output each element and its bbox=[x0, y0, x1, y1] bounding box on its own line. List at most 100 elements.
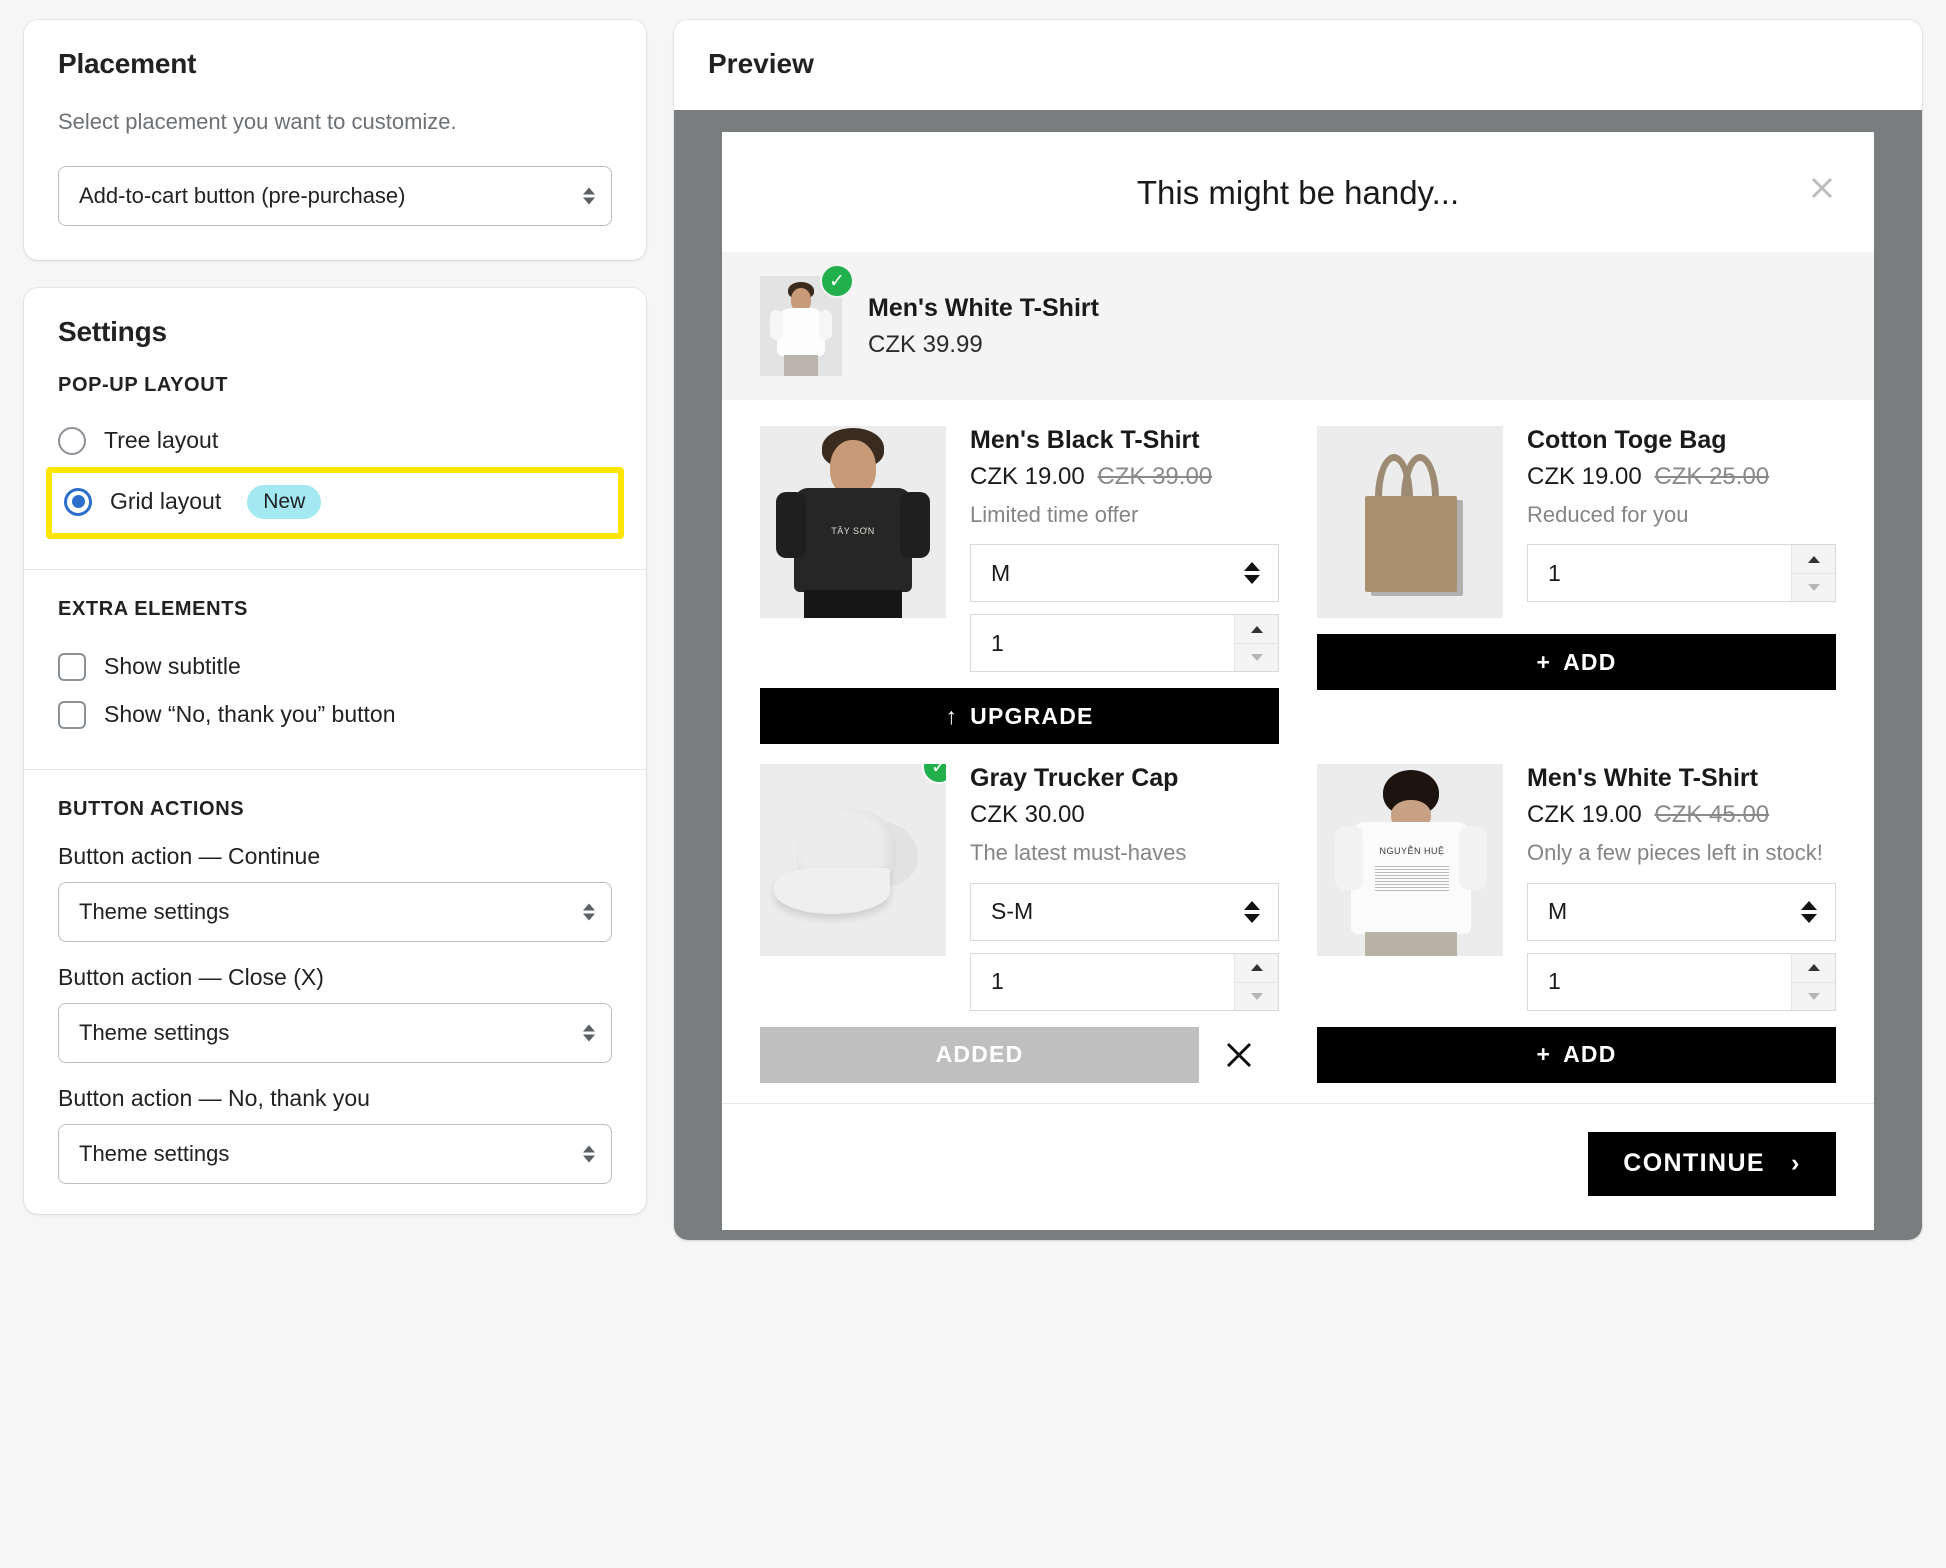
product-name: Men's White T-Shirt bbox=[1527, 764, 1758, 793]
cart-item-name: Men's White T-Shirt bbox=[868, 293, 1099, 322]
plus-icon: + bbox=[1536, 1041, 1552, 1067]
product-compare-price: CZK 39.00 bbox=[1097, 462, 1213, 490]
radio-option-grid-layout[interactable]: Grid layout New bbox=[64, 477, 606, 527]
checkbox-icon-show-no-thank-you[interactable] bbox=[58, 700, 86, 729]
product-price: CZK 19.00 bbox=[1527, 462, 1642, 490]
select-action-close[interactable]: Theme settings bbox=[58, 1002, 612, 1063]
product-image[interactable]: ✓ bbox=[760, 764, 946, 957]
radio-icon-tree-layout[interactable] bbox=[58, 426, 86, 455]
quantity-decrement-button[interactable] bbox=[1235, 643, 1278, 672]
product-variant-value: M bbox=[1548, 898, 1568, 924]
placement-select-value: Add-to-cart button (pre-purchase) bbox=[79, 182, 406, 208]
product-price: CZK 19.00 bbox=[1527, 801, 1642, 828]
checkbox-label-show-no-thank-you: Show “No, thank you” button bbox=[104, 701, 396, 728]
added-check-icon: ✓ bbox=[820, 264, 854, 298]
settings-title: Settings bbox=[58, 315, 167, 347]
product-card: ✓ Gray Trucker Cap CZK 30.00 The latest … bbox=[760, 764, 1279, 1102]
placement-select[interactable]: Add-to-cart button (pre-purchase) bbox=[58, 165, 612, 226]
select-value-action-continue: Theme settings bbox=[79, 898, 230, 924]
button-actions-section: BUTTON ACTIONS Button action — Continue … bbox=[24, 768, 646, 1214]
product-image[interactable]: TÂY SƠN bbox=[760, 426, 946, 618]
chevron-right-icon: › bbox=[1791, 1149, 1801, 1177]
chevron-updown-icon bbox=[583, 1145, 595, 1163]
popup-layout-label: POP-UP LAYOUT bbox=[58, 373, 229, 396]
product-price: CZK 30.00 bbox=[970, 801, 1085, 828]
product-note: Reduced for you bbox=[1527, 501, 1689, 527]
product-note: Only a few pieces left in stock! bbox=[1527, 840, 1823, 865]
product-remove-button[interactable] bbox=[1199, 1027, 1279, 1083]
select-action-no-thank-you[interactable]: Theme settings bbox=[58, 1123, 612, 1184]
product-image[interactable]: NGUYỄN HUỆ bbox=[1317, 764, 1503, 957]
product-quantity-stepper[interactable]: 1 bbox=[970, 614, 1279, 673]
product-image[interactable] bbox=[1317, 426, 1503, 618]
continue-button[interactable]: CONTINUE › bbox=[1588, 1131, 1836, 1196]
checkbox-option-show-subtitle[interactable]: Show subtitle bbox=[58, 643, 612, 691]
quantity-increment-button[interactable] bbox=[1235, 615, 1278, 644]
continue-label: CONTINUE bbox=[1623, 1149, 1766, 1177]
product-card: NGUYỄN HUỆ Men's White T-Shirt CZK 19.00 bbox=[1317, 764, 1836, 1102]
quantity-decrement-button[interactable] bbox=[1792, 573, 1835, 602]
product-upgrade-label: UPGRADE bbox=[970, 702, 1094, 729]
product-compare-price: CZK 25.00 bbox=[1654, 462, 1770, 490]
label-action-no-thank-you: Button action — No, thank you bbox=[58, 1084, 370, 1111]
quantity-spinner bbox=[1791, 953, 1835, 1010]
upsell-modal: This might be handy... ✓ Men's White T-S… bbox=[722, 132, 1874, 1230]
product-quantity-stepper[interactable]: 1 bbox=[1527, 952, 1836, 1011]
product-added-label: ADDED bbox=[935, 1041, 1024, 1067]
placement-card: Placement Select placement you want to c… bbox=[24, 20, 646, 260]
highlight-outline: Grid layout New bbox=[46, 466, 624, 539]
chevron-updown-icon bbox=[583, 1024, 595, 1042]
product-price: CZK 19.00 bbox=[970, 462, 1085, 490]
preview-card: Preview This might be handy... ✓ Men's W… bbox=[674, 20, 1922, 1240]
product-quantity-stepper[interactable]: 1 bbox=[1527, 544, 1836, 603]
product-variant-value: S-M bbox=[991, 898, 1034, 924]
product-upgrade-button[interactable]: ↑ UPGRADE bbox=[760, 688, 1279, 745]
product-note: The latest must-haves bbox=[970, 840, 1187, 865]
select-value-action-close: Theme settings bbox=[79, 1019, 230, 1045]
radio-icon-grid-layout[interactable] bbox=[64, 487, 92, 516]
product-quantity-value[interactable]: 1 bbox=[1528, 545, 1791, 601]
product-variant-select[interactable]: S-M bbox=[970, 882, 1279, 941]
chevron-updown-icon bbox=[1801, 900, 1817, 923]
product-variant-select[interactable]: M bbox=[970, 544, 1279, 603]
chevron-updown-icon bbox=[1244, 900, 1260, 923]
popup-layout-section: Settings POP-UP LAYOUT Tree layout Grid … bbox=[24, 288, 646, 569]
product-variant-select[interactable]: M bbox=[1527, 882, 1836, 941]
preview-backdrop: This might be handy... ✓ Men's White T-S… bbox=[674, 110, 1922, 1240]
product-add-button[interactable]: + ADD bbox=[1317, 634, 1836, 690]
quantity-decrement-button[interactable] bbox=[1235, 981, 1278, 1010]
settings-column: Placement Select placement you want to c… bbox=[24, 20, 646, 1568]
product-quantity-value[interactable]: 1 bbox=[971, 954, 1234, 1010]
product-add-button[interactable]: + ADD bbox=[1317, 1026, 1836, 1083]
checkbox-label-show-subtitle: Show subtitle bbox=[104, 653, 241, 680]
chevron-updown-icon bbox=[583, 903, 595, 921]
quantity-spinner bbox=[1791, 545, 1835, 602]
modal-header: This might be handy... bbox=[722, 132, 1874, 252]
chevron-updown-icon bbox=[583, 187, 595, 205]
close-icon[interactable] bbox=[1800, 166, 1844, 210]
cart-item-row: ✓ Men's White T-Shirt CZK 39.99 bbox=[722, 252, 1874, 400]
quantity-decrement-button[interactable] bbox=[1792, 981, 1835, 1010]
settings-card: Settings POP-UP LAYOUT Tree layout Grid … bbox=[24, 287, 646, 1214]
product-add-label: ADD bbox=[1563, 1041, 1617, 1067]
cart-item-text: Men's White T-Shirt CZK 39.99 bbox=[868, 294, 1099, 359]
radio-label-tree-layout: Tree layout bbox=[104, 427, 219, 454]
product-quantity-value[interactable]: 1 bbox=[971, 615, 1234, 671]
product-variant-value: M bbox=[991, 559, 1011, 586]
checkbox-icon-show-subtitle[interactable] bbox=[58, 652, 86, 681]
product-note: Limited time offer bbox=[970, 501, 1139, 527]
select-action-continue[interactable]: Theme settings bbox=[58, 881, 612, 942]
checkbox-option-show-no-thank-you[interactable]: Show “No, thank you” button bbox=[58, 691, 612, 739]
quantity-increment-button[interactable] bbox=[1792, 545, 1835, 574]
placement-title: Placement bbox=[58, 48, 197, 79]
quantity-spinner bbox=[1234, 615, 1278, 672]
product-quantity-value[interactable]: 1 bbox=[1528, 954, 1791, 1010]
product-added-button[interactable]: ADDED bbox=[760, 1026, 1199, 1083]
extra-elements-label: EXTRA ELEMENTS bbox=[58, 597, 248, 620]
product-quantity-stepper[interactable]: 1 bbox=[970, 952, 1279, 1011]
quantity-increment-button[interactable] bbox=[1792, 953, 1835, 982]
select-value-action-no-thank-you: Theme settings bbox=[79, 1140, 230, 1166]
app-root: Placement Select placement you want to c… bbox=[0, 0, 1946, 1568]
radio-option-tree-layout[interactable]: Tree layout bbox=[58, 419, 612, 463]
quantity-increment-button[interactable] bbox=[1235, 953, 1278, 982]
